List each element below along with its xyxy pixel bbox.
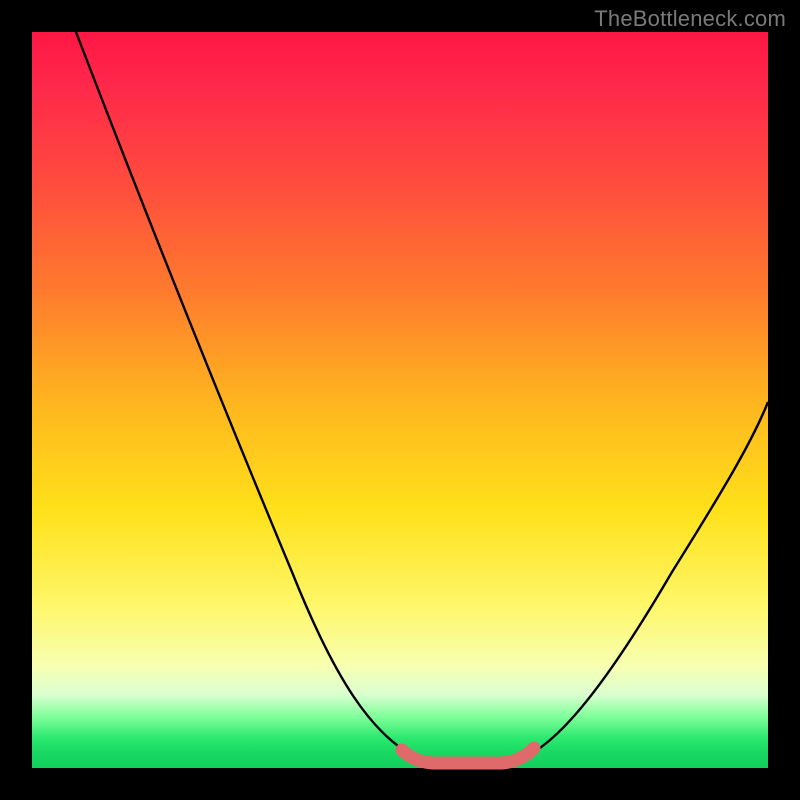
watermark-text: TheBottleneck.com [594, 6, 786, 32]
plot-area [32, 32, 768, 768]
bottleneck-curve-path [76, 32, 768, 765]
curve-svg [32, 32, 768, 768]
optimal-zone-path [402, 748, 534, 763]
chart-frame: TheBottleneck.com [0, 0, 800, 800]
